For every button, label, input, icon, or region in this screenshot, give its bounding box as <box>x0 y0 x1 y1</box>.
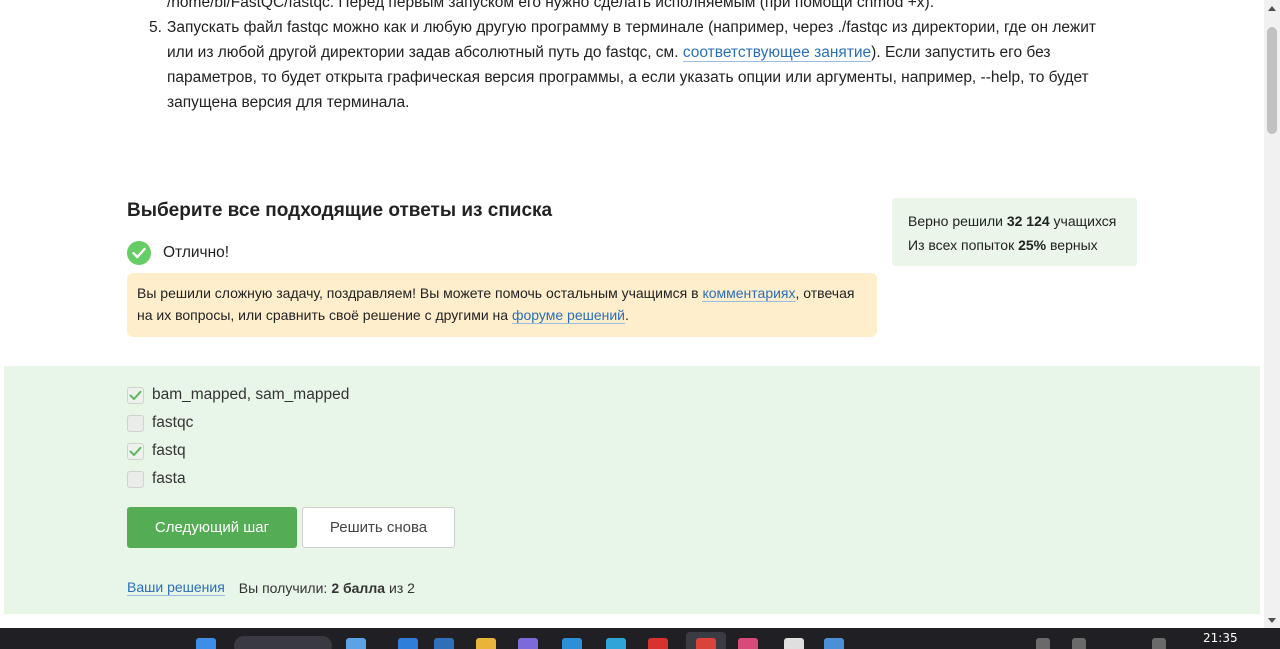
app-icon[interactable] <box>824 638 844 649</box>
congrats-hint: Вы решили сложную задачу, поздравляем! В… <box>127 273 877 337</box>
checkbox-checked[interactable] <box>127 442 144 460</box>
app-icon[interactable] <box>738 638 758 649</box>
teams-icon[interactable] <box>518 638 538 649</box>
stat-label: Из всех попыток <box>908 237 1019 253</box>
stat-value: 32 124 <box>1006 213 1050 229</box>
score-total: из 2 <box>389 579 415 596</box>
option-fasta[interactable]: fasta <box>127 469 186 489</box>
tray-icon[interactable] <box>1036 638 1050 649</box>
hint-text: . <box>625 306 629 323</box>
scroll-down-arrow-icon[interactable] <box>1264 612 1280 628</box>
instruction-text: ). Если запустить его без <box>871 44 1051 61</box>
edge-browser-icon[interactable] <box>398 638 418 649</box>
stat-label: верных <box>1046 237 1098 253</box>
solutions-forum-link[interactable]: форуме решений <box>511 306 625 324</box>
score-line: Ваши решения Вы получили: 2 балла из 2 <box>127 579 415 596</box>
chrome-icon[interactable] <box>696 638 716 649</box>
instruction-item-5: 5. Запускать файл fastqc можно как и люб… <box>130 15 1140 115</box>
stat-label: учащихся <box>1049 213 1117 229</box>
option-fastq[interactable]: fastq <box>127 441 186 461</box>
checkbox[interactable] <box>127 414 144 432</box>
tray-icon[interactable] <box>1152 638 1166 649</box>
option-label: fastqc <box>152 414 194 431</box>
instructions-list: /home/bi/FastQC/fastqc. Перед первым зап… <box>130 0 1140 115</box>
check-circle-icon <box>127 241 151 265</box>
option-label: fastq <box>152 442 186 459</box>
instruction-text: запущена версия для терминала. <box>167 94 410 111</box>
option-fastqc[interactable]: fastqc <box>127 413 193 433</box>
checkbox[interactable] <box>127 470 144 488</box>
comments-link[interactable]: комментариях <box>702 285 796 302</box>
score-label: Вы получили: <box>238 579 328 596</box>
lesson-page: /home/bi/FastQC/fastqc. Перед первым зап… <box>0 0 1264 628</box>
vertical-scrollbar[interactable] <box>1264 0 1280 628</box>
your-solutions-link[interactable]: Ваши решения <box>127 579 225 596</box>
question-title: Выберите все подходящие ответы из списка <box>127 200 553 221</box>
instruction-number: 5. <box>149 19 162 36</box>
instruction-text: Запускать файл fastqc можно как и любую … <box>167 19 1096 36</box>
scroll-up-arrow-icon[interactable] <box>1264 0 1280 16</box>
answers-panel: bam_mapped, sam_mapped fastqc fastq fast… <box>4 366 1260 614</box>
vscode-icon[interactable] <box>562 638 582 649</box>
instruction-text: или из любой другой директории задав абс… <box>167 44 683 61</box>
notification-app-icon[interactable] <box>784 638 804 649</box>
solved-stat: Верно решили 32 124 учащихся <box>908 209 1121 233</box>
folder-icon[interactable] <box>476 638 496 649</box>
next-step-button[interactable]: Следующий шаг <box>127 507 297 548</box>
app-icon[interactable] <box>606 638 626 649</box>
hint-text: на их вопросы, или сравнить своё решение… <box>137 306 512 323</box>
taskbar-search[interactable] <box>234 636 332 649</box>
stat-value: 25% <box>1018 237 1047 253</box>
opera-icon[interactable] <box>648 638 668 649</box>
instruction-text: /home/bi/FastQC/fastqc. Перед первым зап… <box>167 0 935 11</box>
option-bam-sam[interactable]: bam_mapped, sam_mapped <box>127 385 349 405</box>
os-taskbar: 21:35 <box>0 628 1280 649</box>
checkbox-checked[interactable] <box>127 386 144 404</box>
file-explorer-icon[interactable] <box>346 638 366 649</box>
result-status: Отлично! <box>127 241 229 265</box>
hint-text: , отвечая <box>795 285 855 301</box>
solve-again-button[interactable]: Решить снова <box>302 507 455 548</box>
stats-panel: Верно решили 32 124 учащихся Из всех поп… <box>892 198 1137 266</box>
attempts-stat: Из всех попыток 25% верных <box>908 233 1121 257</box>
lesson-link[interactable]: соответствующее занятие <box>682 44 872 62</box>
option-label: bam_mapped, sam_mapped <box>152 386 350 403</box>
tray-icon[interactable] <box>1072 638 1086 649</box>
status-text: Отлично! <box>163 244 230 261</box>
windows-start-icon[interactable] <box>196 638 216 649</box>
option-label: fasta <box>152 470 186 487</box>
instruction-text: параметров, то будет открыта графическая… <box>167 69 1089 86</box>
stat-label: Верно решили <box>908 213 1007 229</box>
score-value: 2 балла <box>331 579 385 596</box>
scroll-thumb[interactable] <box>1267 27 1277 134</box>
taskbar-clock[interactable]: 21:35 <box>1203 631 1238 645</box>
hint-text: Вы решили сложную задачу, поздравляем! В… <box>137 285 703 301</box>
store-icon[interactable] <box>434 638 454 649</box>
